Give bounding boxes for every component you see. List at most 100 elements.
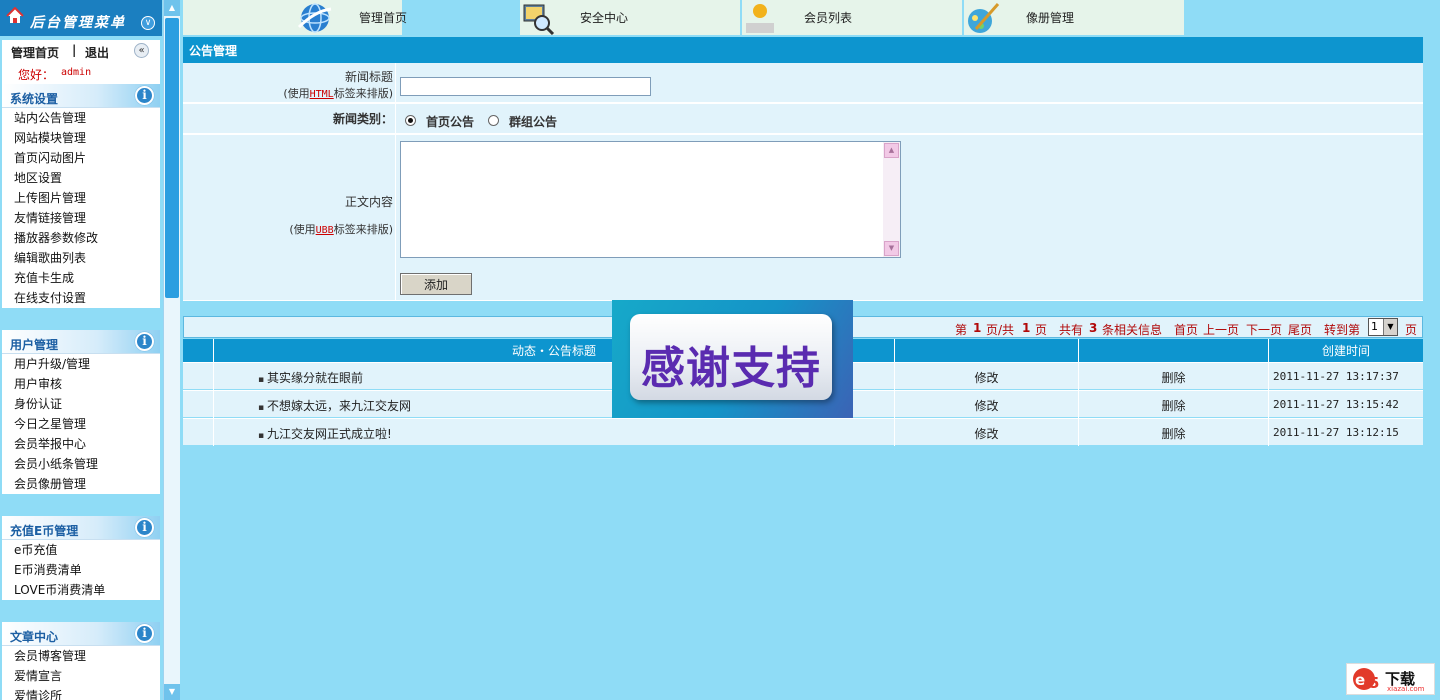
menu-item[interactable]: e币充值 — [2, 540, 160, 560]
category-radio-group[interactable] — [488, 115, 499, 126]
next-page-link[interactable]: 下一页 — [1246, 321, 1282, 338]
content-hint: (使用UBB标签来排版) — [183, 221, 393, 237]
globe-icon — [297, 3, 332, 33]
menu-item[interactable]: 会员博客管理 — [2, 646, 160, 666]
header-created: 创建时间 — [1268, 339, 1423, 362]
created-cell: 2011-11-27 13:12:15 — [1268, 419, 1423, 446]
menu-item[interactable]: 上传图片管理 — [2, 188, 160, 208]
category-option-group[interactable]: 群组公告 — [509, 113, 557, 130]
edit-cell: 修改 — [894, 391, 1078, 418]
page-select[interactable]: 1 ▼ — [1368, 318, 1398, 336]
title-cell: 九江交友网正式成立啦! — [213, 419, 894, 446]
content-label: 正文内容 — [344, 195, 393, 209]
row-title-link[interactable]: 不想嫁太远，来九江交友网 — [258, 397, 411, 414]
svg-text:5: 5 — [1369, 674, 1379, 692]
menu-item[interactable]: 站内公告管理 — [2, 108, 160, 128]
menu-item[interactable]: 用户升级/管理 — [2, 354, 160, 374]
menu-item[interactable]: 爱情诊所 — [2, 686, 160, 700]
menu-group-articles: 文章中心 i 会员博客管理 爱情宣言 爱情诊所 — [2, 622, 160, 700]
menu-item[interactable]: 身份认证 — [2, 394, 160, 414]
textarea-scrollbar[interactable]: ▲ ▼ — [883, 142, 900, 257]
delete-cell: 删除 — [1078, 363, 1268, 390]
sidebar-header: 后台管理菜单 ∨ — [0, 0, 162, 36]
delete-link[interactable]: 删除 — [1079, 425, 1268, 442]
row-title-link[interactable]: 其实缘分就在眼前 — [258, 369, 363, 386]
first-page-link[interactable]: 首页 — [1174, 321, 1198, 338]
delete-link[interactable]: 删除 — [1079, 397, 1268, 414]
svg-text:e: e — [1355, 671, 1365, 689]
menu-group-header[interactable]: 充值E币管理 i — [2, 516, 160, 540]
edit-cell: 修改 — [894, 363, 1078, 390]
menu-item[interactable]: 今日之星管理 — [2, 414, 160, 434]
category-radio-home[interactable] — [405, 115, 416, 126]
menu-item[interactable]: 会员像册管理 — [2, 474, 160, 494]
edit-link[interactable]: 修改 — [895, 425, 1078, 442]
top-nav: 管理首页 安全中心 会员列表 像册管理 — [181, 0, 1440, 35]
hint-suffix: 标签来排版) — [333, 223, 393, 236]
sidebar-scrollbar[interactable]: ▲ ▼ — [163, 0, 180, 700]
tab-admin-home[interactable]: 管理首页 — [183, 0, 407, 35]
menu-item[interactable]: 编辑歌曲列表 — [2, 248, 160, 268]
delete-link[interactable]: 删除 — [1079, 369, 1268, 386]
news-title-label-text: 新闻标题 — [344, 70, 393, 84]
menu-item[interactable]: 爱情宣言 — [2, 666, 160, 686]
ubb-tag-hint: UBB — [315, 225, 334, 236]
menu-item[interactable]: 用户审核 — [2, 374, 160, 394]
menu-item[interactable]: 在线支付设置 — [2, 288, 160, 308]
category-option-home[interactable]: 首页公告 — [426, 113, 474, 130]
header-edit — [894, 339, 1078, 362]
menu-item[interactable]: 充值卡生成 — [2, 268, 160, 288]
collapse-menu-icon[interactable]: ∨ — [141, 16, 155, 30]
hide-sidebar-icon[interactable]: « — [134, 43, 149, 58]
tab-label: 管理首页 — [359, 11, 408, 25]
tab-security-center[interactable]: 安全中心 — [520, 0, 740, 35]
logout-link[interactable]: 退出 — [85, 44, 109, 61]
content-textarea[interactable] — [400, 141, 901, 258]
info-icon: i — [135, 624, 154, 643]
add-button[interactable]: 添加 — [400, 273, 472, 295]
menu-group-users: 用户管理 i 用户升级/管理 用户审核 身份认证 今日之星管理 会员举报中心 会… — [2, 330, 160, 494]
menu-item[interactable]: 网站模块管理 — [2, 128, 160, 148]
edit-link[interactable]: 修改 — [895, 397, 1078, 414]
scroll-up-arrow-icon[interactable]: ▲ — [164, 0, 180, 16]
scroll-down-arrow-icon[interactable]: ▼ — [164, 684, 180, 700]
scroll-down-arrow-icon[interactable]: ▼ — [884, 241, 899, 256]
menu-item[interactable]: 首页闪动图片 — [2, 148, 160, 168]
greeting: 您好： admin — [2, 62, 160, 84]
thanks-banner: 感谢支持 — [612, 300, 853, 418]
menu-item[interactable]: LOVE币消费清单 — [2, 580, 160, 600]
scrollbar-thumb[interactable] — [165, 18, 179, 298]
news-title-row: 新闻标题 (使用HTML标签来排版) — [183, 63, 1423, 103]
members-icon — [746, 4, 774, 33]
total-pages: 1 — [1022, 321, 1031, 335]
tab-album-management[interactable]: 像册管理 — [964, 0, 1184, 35]
prev-page-link[interactable]: 上一页 — [1203, 321, 1239, 338]
page-mid: 页/共 — [986, 323, 1015, 337]
menu-item[interactable]: E币消费清单 — [2, 560, 160, 580]
menu-group-header[interactable]: 文章中心 i — [2, 622, 160, 646]
sidebar: 后台管理菜单 ∨ 管理首页 | 退出 « 您好： admin 系统设置 i 站内… — [0, 0, 162, 700]
sidebar-title: 后台管理菜单 — [30, 15, 126, 31]
tab-member-list[interactable]: 会员列表 — [742, 0, 962, 35]
row-title-link[interactable]: 九江交友网正式成立啦! — [258, 425, 392, 442]
menu-item[interactable]: 会员举报中心 — [2, 434, 160, 454]
admin-home-link[interactable]: 管理首页 — [11, 44, 59, 61]
column-divider — [395, 104, 396, 133]
menu-item[interactable]: 会员小纸条管理 — [2, 454, 160, 474]
chevron-down-icon[interactable]: ▼ — [1383, 319, 1397, 335]
menu-item[interactable]: 播放器参数修改 — [2, 228, 160, 248]
last-page-link[interactable]: 尾页 — [1288, 321, 1312, 338]
menu-group-header[interactable]: 系统设置 i — [2, 84, 160, 108]
nav-separator: | — [72, 43, 77, 57]
info-icon: i — [135, 518, 154, 537]
news-title-input[interactable] — [400, 77, 651, 96]
edit-link[interactable]: 修改 — [895, 369, 1078, 386]
menu-item[interactable]: 地区设置 — [2, 168, 160, 188]
menu-group-header[interactable]: 用户管理 i — [2, 330, 160, 354]
news-category-row: 新闻类别： 首页公告 群组公告 — [183, 104, 1423, 134]
hint-prefix: (使用 — [283, 87, 310, 100]
menu-item[interactable]: 友情链接管理 — [2, 208, 160, 228]
scroll-up-arrow-icon[interactable]: ▲ — [884, 143, 899, 158]
column-divider — [395, 63, 396, 102]
edit-cell: 修改 — [894, 419, 1078, 446]
